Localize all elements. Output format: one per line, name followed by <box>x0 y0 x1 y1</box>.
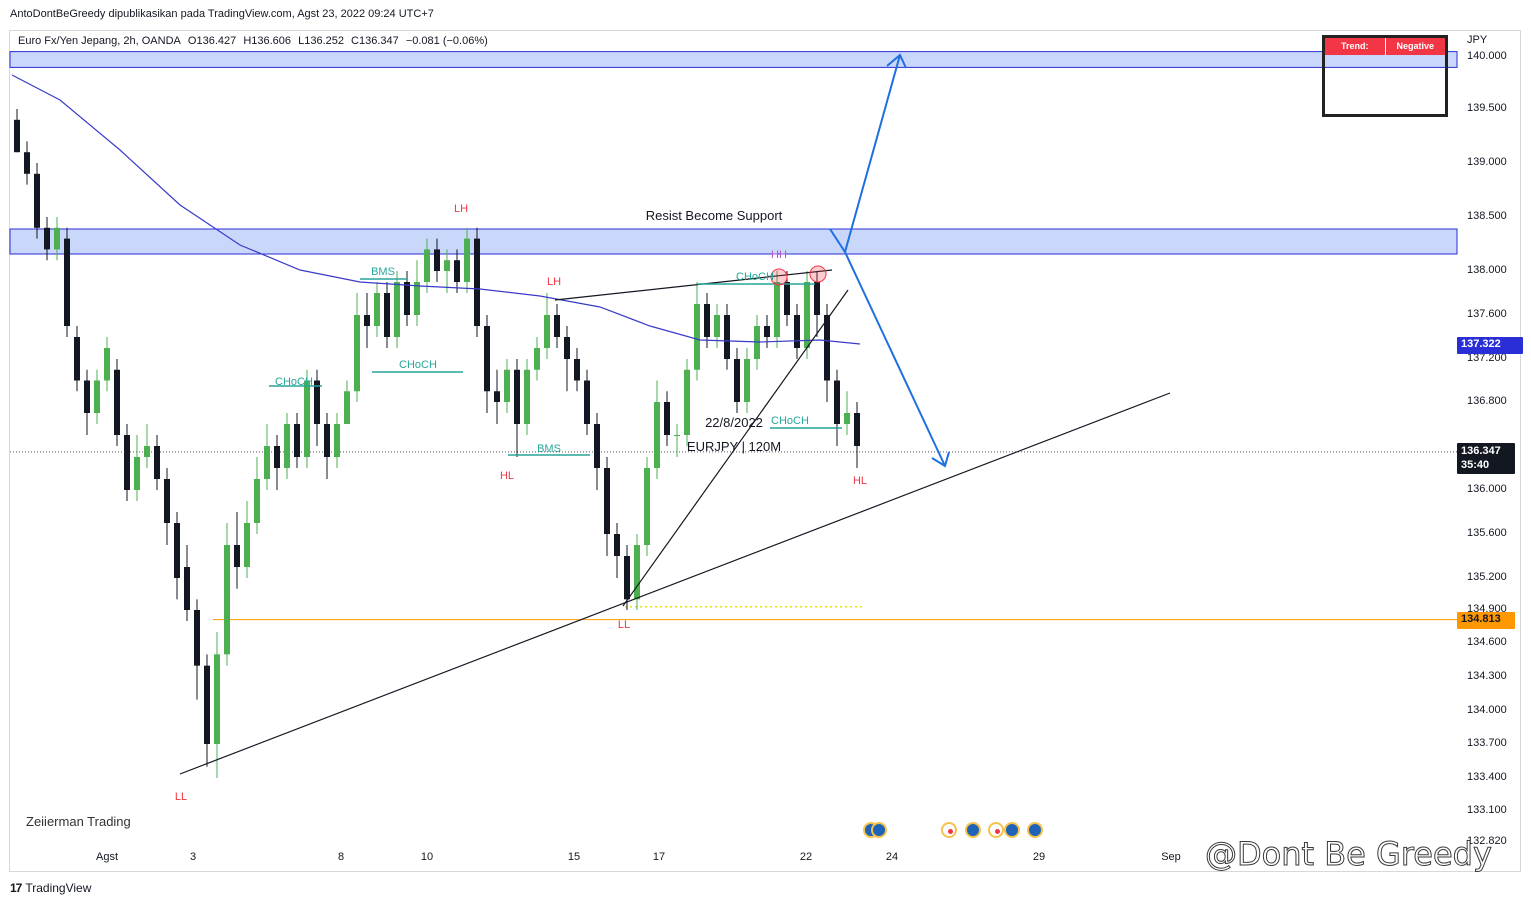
trend-table: Trend: Negative <box>1322 35 1448 117</box>
price-tick-label: 138.500 <box>1467 210 1507 222</box>
price-tick-label: 139.500 <box>1467 102 1507 114</box>
price-tick-label: 133.400 <box>1467 771 1507 783</box>
bar-countdown: 35:40 <box>1461 459 1490 471</box>
price-tick-label: 137.600 <box>1467 308 1507 320</box>
author-watermark: @Dont Be Greedy <box>1205 835 1493 874</box>
time-tick-label: 29 <box>1032 851 1046 863</box>
legend-open: O136.427 <box>187 35 237 47</box>
price-tick-label: 134.600 <box>1467 636 1507 648</box>
price-tick-label: 134.000 <box>1467 704 1507 716</box>
level-price-tag: 134.813 <box>1457 612 1515 629</box>
trend-table-header: Trend: Negative <box>1325 38 1445 55</box>
time-tick-label: 10 <box>420 851 434 863</box>
time-tick-label: 3 <box>189 851 197 863</box>
time-tick-label: 15 <box>567 851 581 863</box>
time-tick-label: 8 <box>337 851 345 863</box>
legend-high: H136.606 <box>243 35 292 47</box>
last-price-tag: 136.347 35:40 <box>1457 443 1515 474</box>
price-tick-label: 140.000 <box>1467 50 1507 62</box>
economic-event-icon[interactable] <box>1004 822 1020 838</box>
price-tick-label: 135.200 <box>1467 571 1507 583</box>
trend-value: Negative <box>1384 38 1446 55</box>
indicator-signature: Zeiierman Trading <box>26 814 131 829</box>
chart-frame[interactable] <box>9 30 1521 872</box>
publisher-line: AntoDontBeGreedy dipublikasikan pada Tra… <box>10 8 434 20</box>
economic-event-icon[interactable] <box>988 822 1004 838</box>
time-tick-label: 22 <box>799 851 813 863</box>
legend-change: −0.081 (−0.06%) <box>405 35 488 47</box>
price-tick-label: 135.600 <box>1467 527 1507 539</box>
price-tick-label: 136.000 <box>1467 483 1507 495</box>
legend-symbol[interactable]: Euro Fx/Yen Jepang, 2h, OANDA <box>18 35 181 47</box>
price-tick-label: 136.800 <box>1467 395 1507 407</box>
time-tick-label: Sep <box>1161 851 1181 863</box>
price-tick-label: 138.000 <box>1467 264 1507 276</box>
economic-event-icon[interactable] <box>1027 822 1043 838</box>
price-tick-label: 133.700 <box>1467 737 1507 749</box>
time-tick-label: Agst <box>95 851 119 863</box>
legend-low: L136.252 <box>298 35 344 47</box>
price-tick-label: 134.300 <box>1467 670 1507 682</box>
tradingview-text: TradingView <box>25 881 92 895</box>
trend-label: Trend: <box>1340 41 1369 51</box>
economic-event-icon[interactable] <box>941 822 957 838</box>
time-tick-label: 17 <box>652 851 666 863</box>
price-tick-label: 133.100 <box>1467 804 1507 816</box>
economic-event-icon[interactable] <box>965 822 981 838</box>
tradingview-logo-icon: 17 <box>10 881 22 895</box>
price-tick-label: 139.000 <box>1467 156 1507 168</box>
symbol-legend: Euro Fx/Yen Jepang, 2h, OANDA O136.427 H… <box>18 35 492 47</box>
last-price: 136.347 <box>1461 445 1501 457</box>
legend-close: C136.347 <box>351 35 399 47</box>
ma-price-tag: 137.322 <box>1457 337 1523 354</box>
time-tick-label: 24 <box>885 851 899 863</box>
tradingview-brand[interactable]: 17 TradingView <box>10 881 91 895</box>
currency-label: JPY <box>1467 34 1488 46</box>
economic-event-icon[interactable] <box>871 822 887 838</box>
